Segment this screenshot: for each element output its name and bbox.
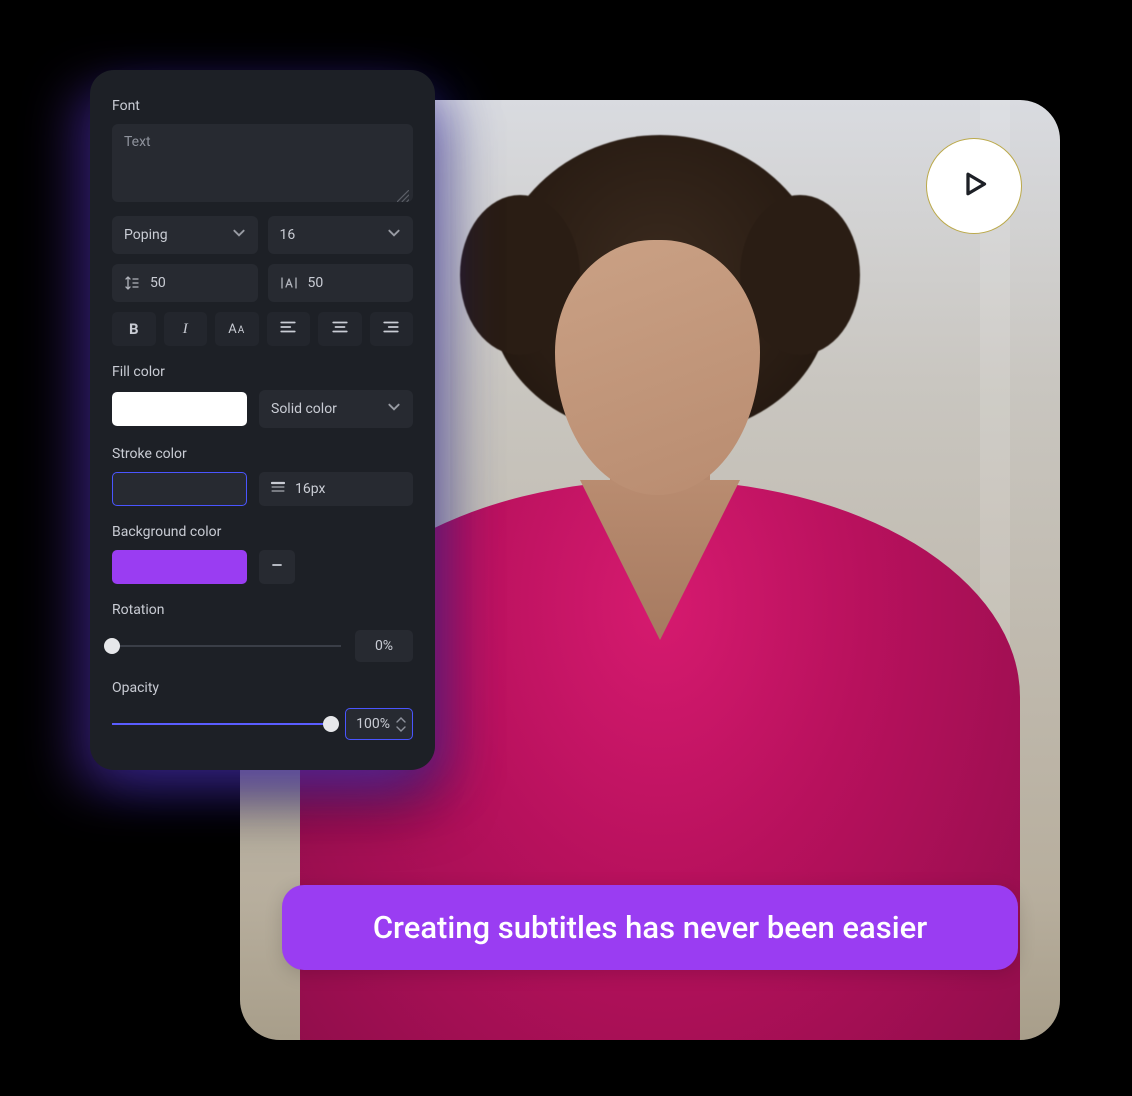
stepper-down-icon[interactable]: [396, 725, 406, 733]
stepper-up-icon[interactable]: [396, 716, 406, 724]
stroke-color-label: Stroke color: [112, 446, 413, 462]
bold-icon: B: [129, 320, 139, 338]
chevron-down-icon: [387, 226, 401, 244]
line-height-input[interactable]: 50: [112, 264, 258, 302]
minus-icon: [271, 559, 283, 575]
font-panel: Font Poping 16 50: [90, 70, 435, 770]
align-right-icon: [382, 318, 400, 340]
play-icon: [956, 166, 992, 206]
font-size-value: 16: [280, 227, 296, 243]
bold-button[interactable]: B: [112, 312, 156, 346]
remove-background-button[interactable]: [259, 550, 295, 584]
play-button[interactable]: [926, 138, 1022, 234]
italic-button[interactable]: I: [164, 312, 208, 346]
stroke-width-icon: [271, 480, 285, 498]
rotation-label: Rotation: [112, 602, 413, 618]
stroke-size-input[interactable]: 16px: [259, 472, 413, 506]
text-case-button[interactable]: AA: [215, 312, 259, 346]
text-case-icon: AA: [228, 322, 245, 337]
letter-spacing-value: 50: [308, 275, 402, 291]
font-family-select[interactable]: Poping: [112, 216, 258, 254]
slider-handle[interactable]: [323, 716, 339, 732]
italic-icon: I: [183, 321, 188, 338]
opacity-value: 100%: [356, 716, 390, 732]
background-color-swatch[interactable]: [112, 550, 247, 584]
letter-spacing-input[interactable]: 50: [268, 264, 414, 302]
fill-color-swatch[interactable]: [112, 392, 247, 426]
chevron-down-icon: [387, 400, 401, 418]
align-center-icon: [331, 318, 349, 340]
font-size-select[interactable]: 16: [268, 216, 414, 254]
chevron-down-icon: [232, 226, 246, 244]
rotation-slider[interactable]: [112, 645, 341, 647]
opacity-label: Opacity: [112, 680, 413, 696]
text-input[interactable]: [112, 124, 413, 202]
rotation-value[interactable]: 0%: [355, 630, 413, 662]
fill-mode-value: Solid color: [271, 401, 337, 417]
font-section-label: Font: [112, 98, 413, 114]
line-height-icon: [124, 275, 140, 291]
opacity-value-input[interactable]: 100%: [345, 708, 413, 740]
slider-handle[interactable]: [104, 638, 120, 654]
align-center-button[interactable]: [318, 312, 362, 346]
stroke-color-swatch[interactable]: [112, 472, 247, 506]
number-stepper[interactable]: [396, 716, 406, 733]
stroke-size-value: 16px: [295, 481, 325, 497]
fill-mode-select[interactable]: Solid color: [259, 390, 413, 428]
opacity-slider[interactable]: [112, 723, 331, 725]
line-height-value: 50: [150, 275, 246, 291]
font-family-value: Poping: [124, 227, 168, 243]
align-right-button[interactable]: [370, 312, 414, 346]
letter-spacing-icon: [280, 275, 298, 291]
align-left-button[interactable]: [267, 312, 311, 346]
subtitle-banner: Creating subtitles has never been easier: [282, 885, 1018, 970]
background-color-label: Background color: [112, 524, 413, 540]
align-left-icon: [279, 318, 297, 340]
fill-color-label: Fill color: [112, 364, 413, 380]
